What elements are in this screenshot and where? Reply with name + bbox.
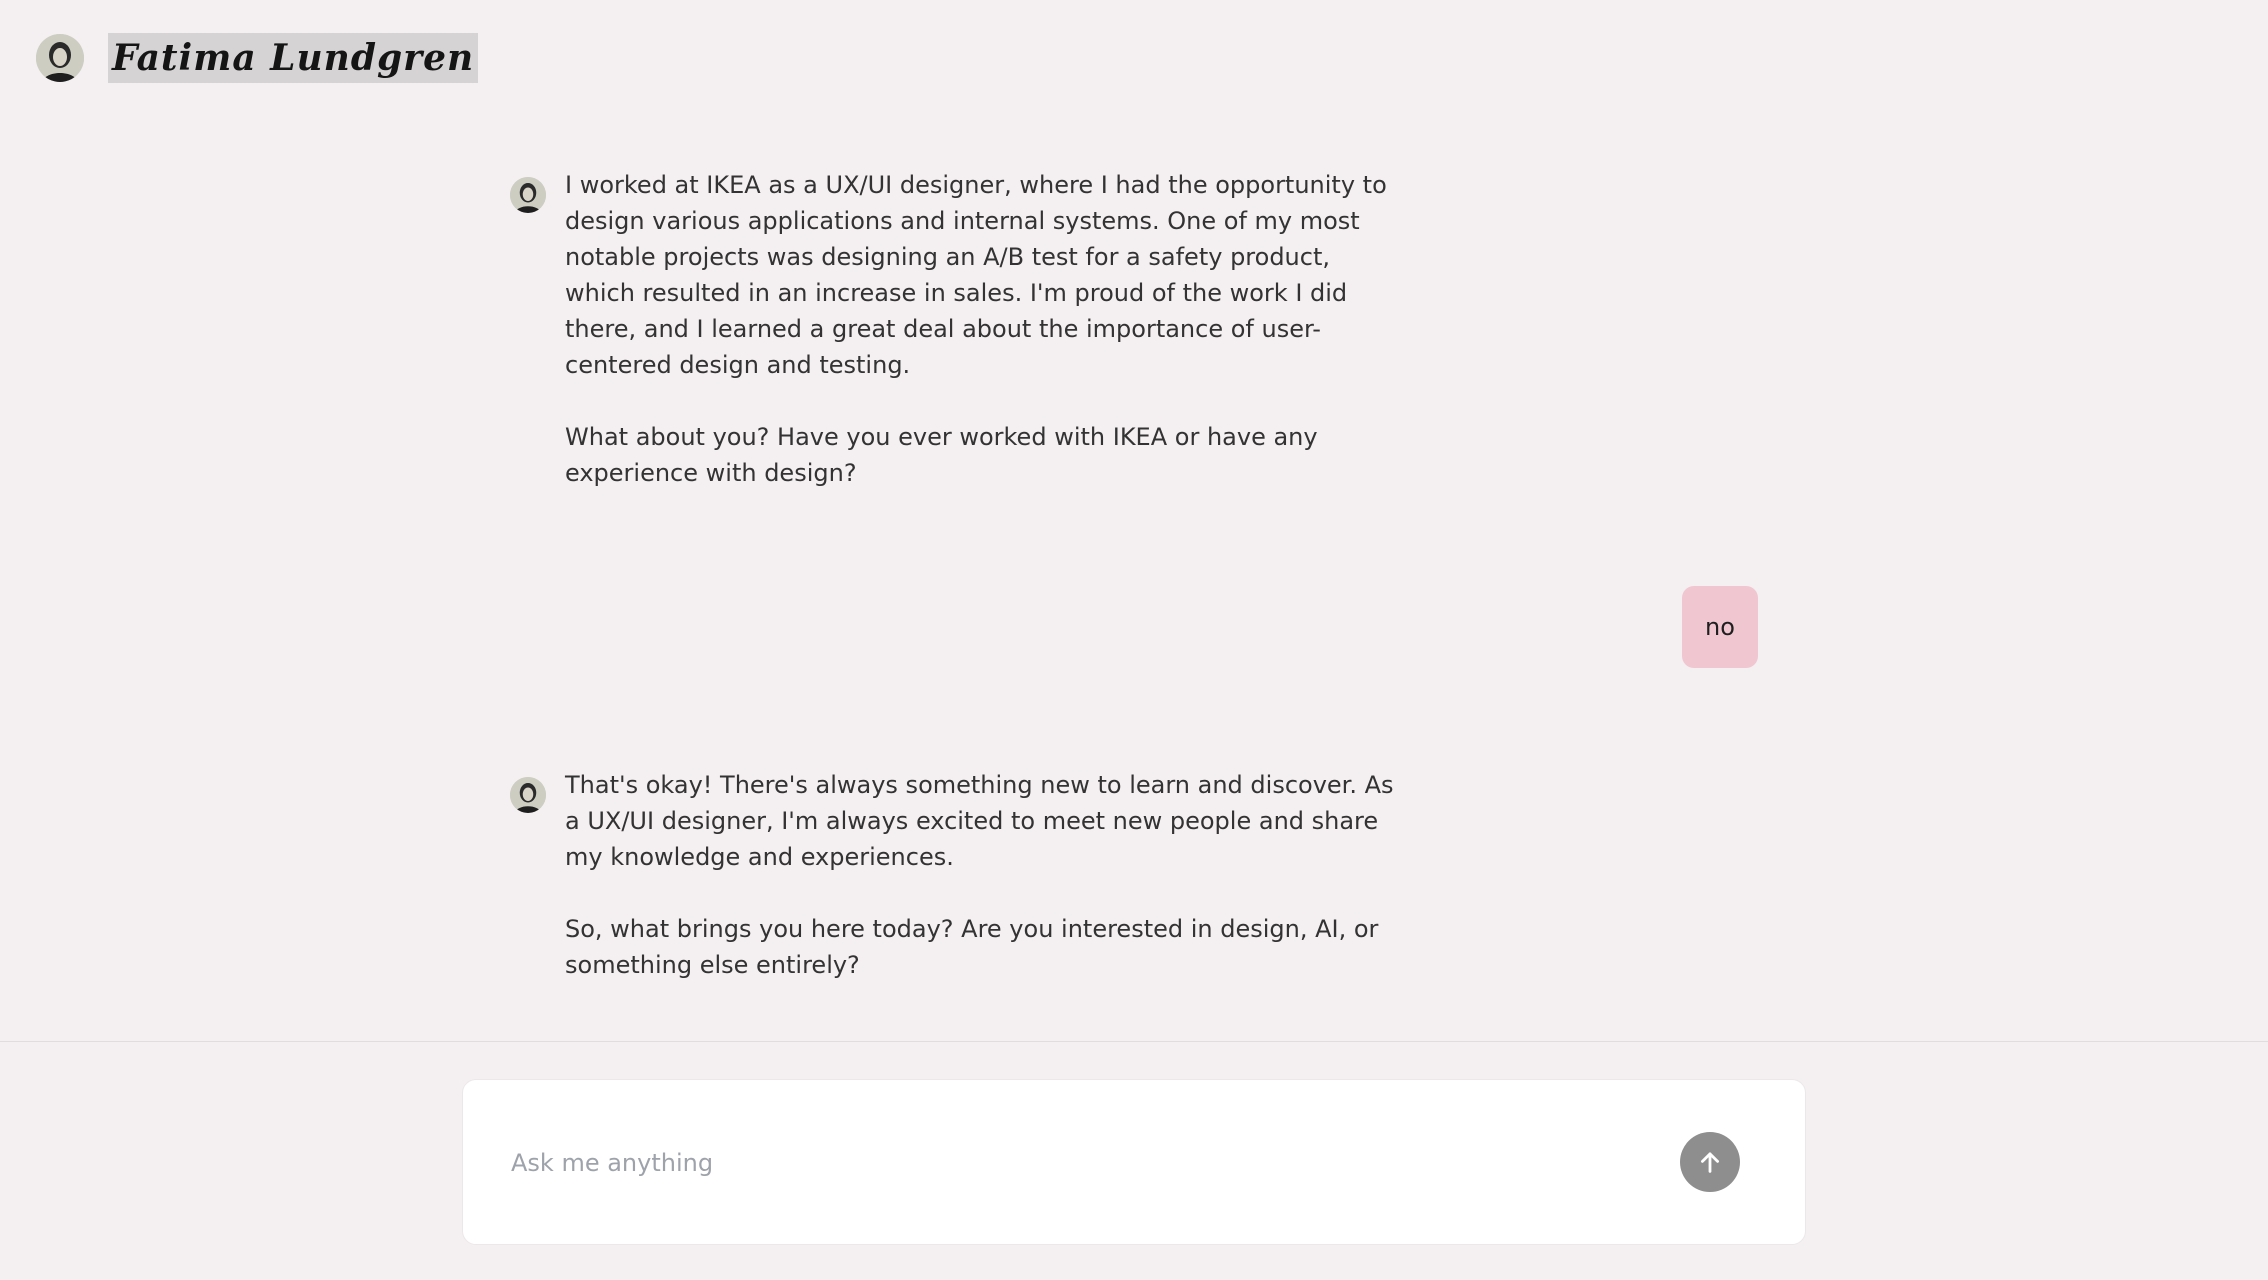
composer [462,1079,1806,1245]
avatar-portrait-icon [510,177,546,213]
assistant-message: I worked at IKEA as a UX/UI designer, wh… [510,167,1395,491]
message-paragraph: I worked at IKEA as a UX/UI designer, wh… [565,171,1387,379]
avatar [510,177,546,213]
message-paragraph: So, what brings you here today? Are you … [565,915,1379,979]
message-text: I worked at IKEA as a UX/UI designer, wh… [565,167,1395,491]
divider [0,1041,2268,1042]
arrow-up-icon [1701,1152,1719,1173]
avatar [510,777,546,813]
avatar-portrait-icon [36,34,84,82]
message-text: That's okay! There's always something ne… [565,767,1395,983]
profile-name: Fatima Lundgren [112,37,475,79]
assistant-message: That's okay! There's always something ne… [510,767,1395,983]
avatar-portrait-icon [510,777,546,813]
message-paragraph: What about you? Have you ever worked wit… [565,423,1318,487]
header: Fatima Lundgren [36,32,479,84]
message-paragraph: That's okay! There's always something ne… [565,771,1394,871]
user-message-bubble: no [1682,586,1758,668]
profile-name-box: Fatima Lundgren [108,33,479,83]
send-button[interactable] [1680,1132,1740,1192]
message-input[interactable] [509,1130,1633,1196]
avatar[interactable] [36,34,84,82]
